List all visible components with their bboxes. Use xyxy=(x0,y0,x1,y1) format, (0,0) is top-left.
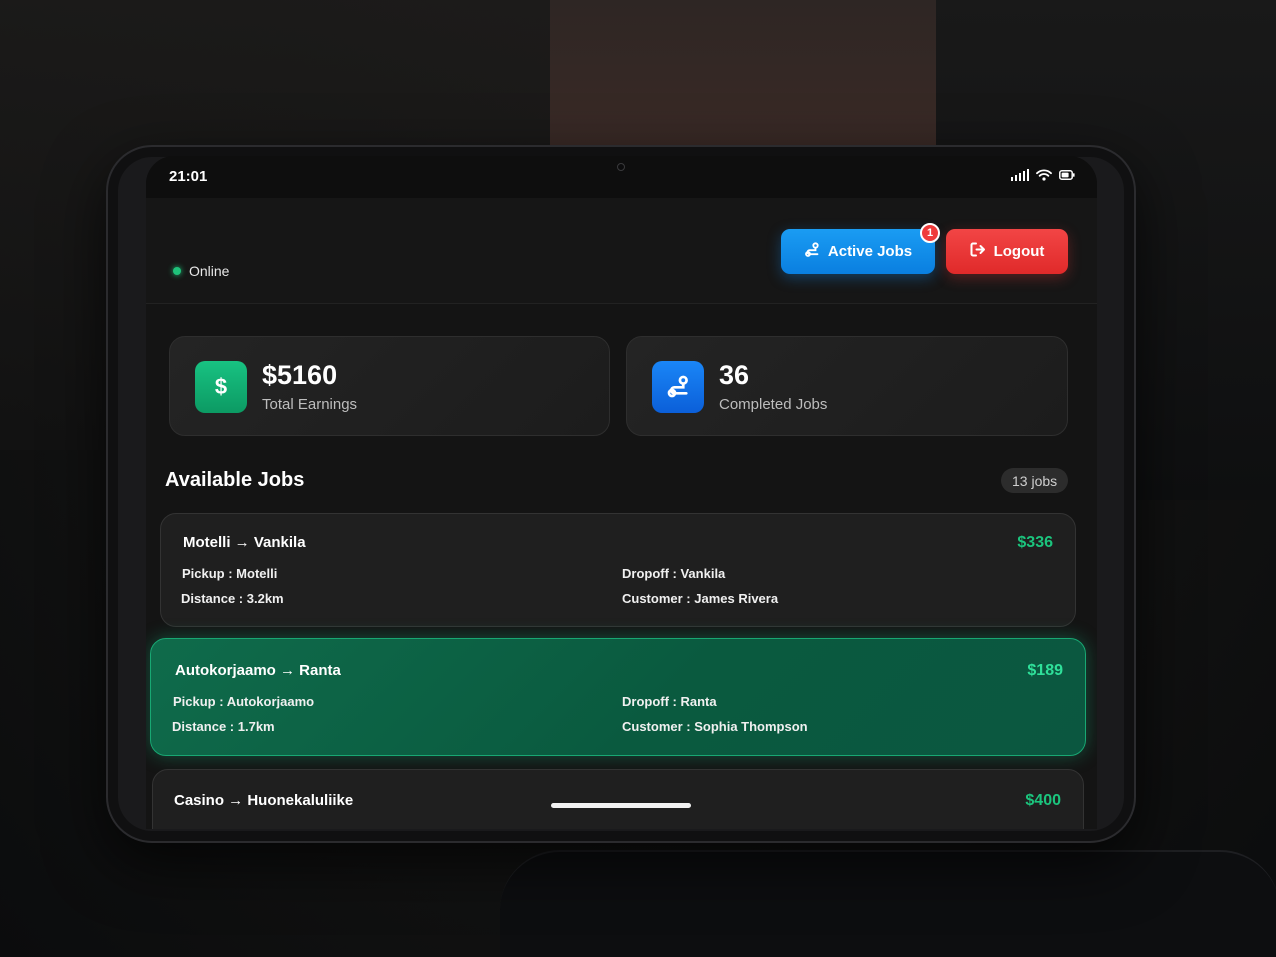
app-header: Online Active Jobs 1 Logout xyxy=(146,198,1097,304)
background-car-roof xyxy=(500,850,1276,957)
online-dot-icon xyxy=(173,267,181,275)
logout-label: Logout xyxy=(993,243,1045,260)
status-icons xyxy=(1010,169,1076,181)
job-route: Casino → Huonekaluliike xyxy=(174,792,354,809)
tablet-screen: 21:01 Online Active Jobs 1 Logout $ $516… xyxy=(146,156,1097,829)
stat-label: Total Earnings xyxy=(262,396,358,413)
stat-card-completed-jobs: 36 Completed Jobs xyxy=(626,336,1068,436)
job-card-selected[interactable]: Autokorjaamo → Ranta $189 Pickup : Autok… xyxy=(150,638,1086,756)
job-dropoff: Dropoff : Ranta xyxy=(622,694,717,709)
signal-icon xyxy=(1010,169,1029,181)
job-route: Motelli → Vankila xyxy=(183,534,306,551)
job-price: $336 xyxy=(1017,534,1053,551)
wifi-icon xyxy=(1036,169,1052,181)
route-icon xyxy=(652,361,704,413)
job-dropoff: Dropoff : Vankila xyxy=(622,566,726,581)
logout-button[interactable]: Logout xyxy=(946,229,1068,274)
active-jobs-badge: 1 xyxy=(920,223,940,243)
job-customer: Customer : James Rivera xyxy=(622,591,779,606)
home-indicator[interactable] xyxy=(551,803,691,808)
active-jobs-button[interactable]: Active Jobs xyxy=(781,229,935,274)
background-sky xyxy=(550,0,936,145)
job-pickup: Pickup : Motelli xyxy=(182,566,278,581)
job-customer: Customer : Sophia Thompson xyxy=(622,719,808,734)
camera-dot xyxy=(617,163,625,171)
job-route: Autokorjaamo → Ranta xyxy=(175,662,341,679)
job-card[interactable]: Motelli → Vankila $336 Pickup : Motelli … xyxy=(160,513,1076,627)
dollar-icon: $ xyxy=(195,361,247,413)
online-status-label: Online xyxy=(189,263,230,279)
battery-icon xyxy=(1059,170,1075,180)
route-icon xyxy=(804,241,820,262)
job-card[interactable]: Casino → Huonekaluliike $400 xyxy=(152,769,1084,829)
stat-label: Completed Jobs xyxy=(719,396,828,413)
online-status: Online xyxy=(173,263,229,279)
stat-card-total-earnings: $ $5160 Total Earnings xyxy=(169,336,610,436)
stat-value: $5160 xyxy=(262,360,338,390)
job-distance: Distance : 1.7km xyxy=(172,719,275,734)
jobs-count-badge: 13 jobs xyxy=(1001,468,1069,493)
job-pickup: Pickup : Autokorjaamo xyxy=(173,694,315,709)
stat-value: 36 xyxy=(719,360,750,390)
available-jobs-title: Available Jobs xyxy=(165,469,305,491)
active-jobs-label: Active Jobs xyxy=(827,243,913,260)
logout-icon xyxy=(970,242,986,261)
job-price: $400 xyxy=(1025,792,1061,809)
status-time: 21:01 xyxy=(169,168,208,185)
job-price: $189 xyxy=(1027,662,1063,679)
job-distance: Distance : 3.2km xyxy=(181,591,284,606)
